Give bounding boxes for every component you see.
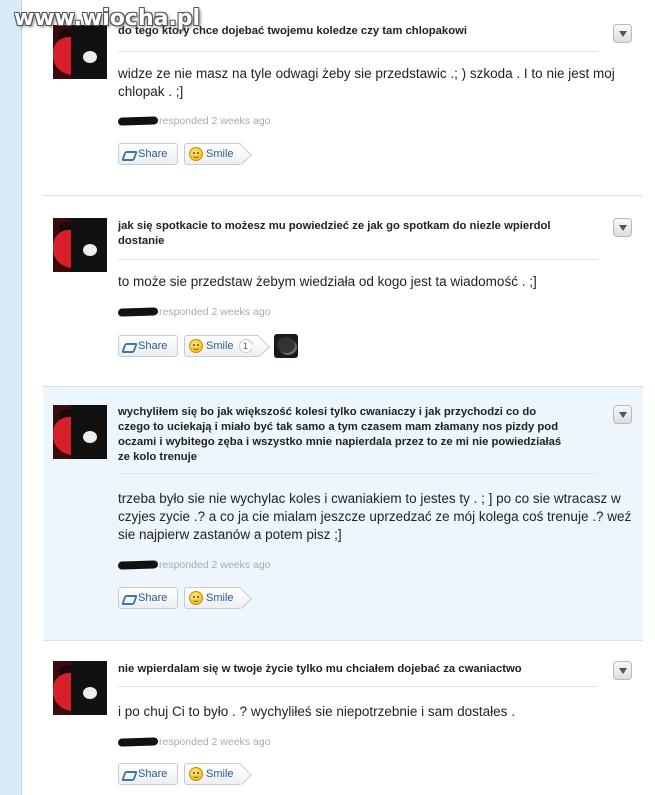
divider: [118, 259, 598, 260]
answer-item: jak się spotkacie to możesz mu powiedzie…: [43, 196, 643, 386]
options-dropdown-button[interactable]: [613, 661, 632, 680]
answer-text: i po chuj Ci to było . ? wychyliłeś sie …: [118, 704, 515, 719]
redacted-username: [117, 560, 159, 570]
redacted-username: [117, 737, 159, 747]
share-button[interactable]: Share: [118, 763, 178, 785]
answer-text: widze ze nie masz na tyle odwagi żeby si…: [118, 66, 615, 99]
smile-icon: [189, 147, 203, 161]
redacted-username: [117, 307, 159, 317]
response-meta: responded 2 weeks ago: [117, 306, 271, 318]
smile-label: Smile: [206, 768, 234, 780]
response-time: responded 2 weeks ago: [159, 115, 271, 127]
divider: [118, 686, 598, 687]
smile-button[interactable]: Smile: [184, 587, 242, 609]
left-sidebar-strip: [0, 0, 22, 795]
share-icon: [123, 768, 135, 780]
question-text: nie wpierdalam się w twoje życie tylko m…: [118, 663, 522, 675]
avatar[interactable]: [53, 25, 107, 79]
response-meta: responded 2 weeks ago: [117, 115, 271, 127]
redacted-username: [117, 116, 159, 126]
avatar[interactable]: [53, 661, 107, 715]
share-label: Share: [138, 592, 168, 604]
answer-text: trzeba było sie nie wychylac koles i cwa…: [118, 491, 632, 542]
share-button[interactable]: Share: [118, 335, 178, 357]
divider: [118, 473, 598, 474]
smile-count-badge: 1: [238, 339, 253, 353]
response-time: responded 2 weeks ago: [159, 306, 271, 318]
smile-label: Smile: [206, 592, 234, 604]
smiler-avatar[interactable]: [274, 334, 298, 358]
answer-text: to może sie przedstaw żebym wiedziała od…: [118, 274, 537, 289]
share-label: Share: [138, 768, 168, 780]
avatar[interactable]: [53, 218, 107, 272]
avatar[interactable]: [53, 405, 107, 459]
smile-button[interactable]: Smile 1: [184, 335, 260, 357]
options-dropdown-button[interactable]: [613, 24, 632, 43]
divider: [118, 51, 598, 52]
answer-item: wychyliłem się bo jak większość kolesi t…: [43, 387, 643, 640]
share-icon: [123, 148, 135, 160]
share-icon: [123, 340, 135, 352]
share-label: Share: [138, 148, 168, 160]
response-meta: responded 2 weeks ago: [117, 559, 271, 571]
smile-button[interactable]: Smile: [184, 143, 242, 165]
watermark-logo: www.wiocha.pl: [14, 6, 201, 31]
share-label: Share: [138, 340, 168, 352]
smile-icon: [189, 591, 203, 605]
smile-icon: [189, 767, 203, 781]
question-text: wychyliłem się bo jak większość kolesi t…: [118, 406, 562, 463]
smile-icon: [189, 339, 203, 353]
smile-label: Smile: [206, 148, 234, 160]
share-button[interactable]: Share: [118, 143, 178, 165]
smile-button[interactable]: Smile: [184, 763, 242, 785]
answer-item: nie wpierdalam się w twoje życie tylko m…: [43, 641, 643, 795]
response-time: responded 2 weeks ago: [159, 559, 271, 571]
response-meta: responded 2 weeks ago: [117, 736, 271, 748]
share-icon: [123, 592, 135, 604]
question-text: jak się spotkacie to możesz mu powiedzie…: [118, 220, 551, 247]
share-button[interactable]: Share: [118, 587, 178, 609]
smile-label: Smile: [206, 340, 234, 352]
options-dropdown-button[interactable]: [613, 218, 632, 237]
response-time: responded 2 weeks ago: [159, 736, 271, 748]
options-dropdown-button[interactable]: [613, 405, 632, 424]
